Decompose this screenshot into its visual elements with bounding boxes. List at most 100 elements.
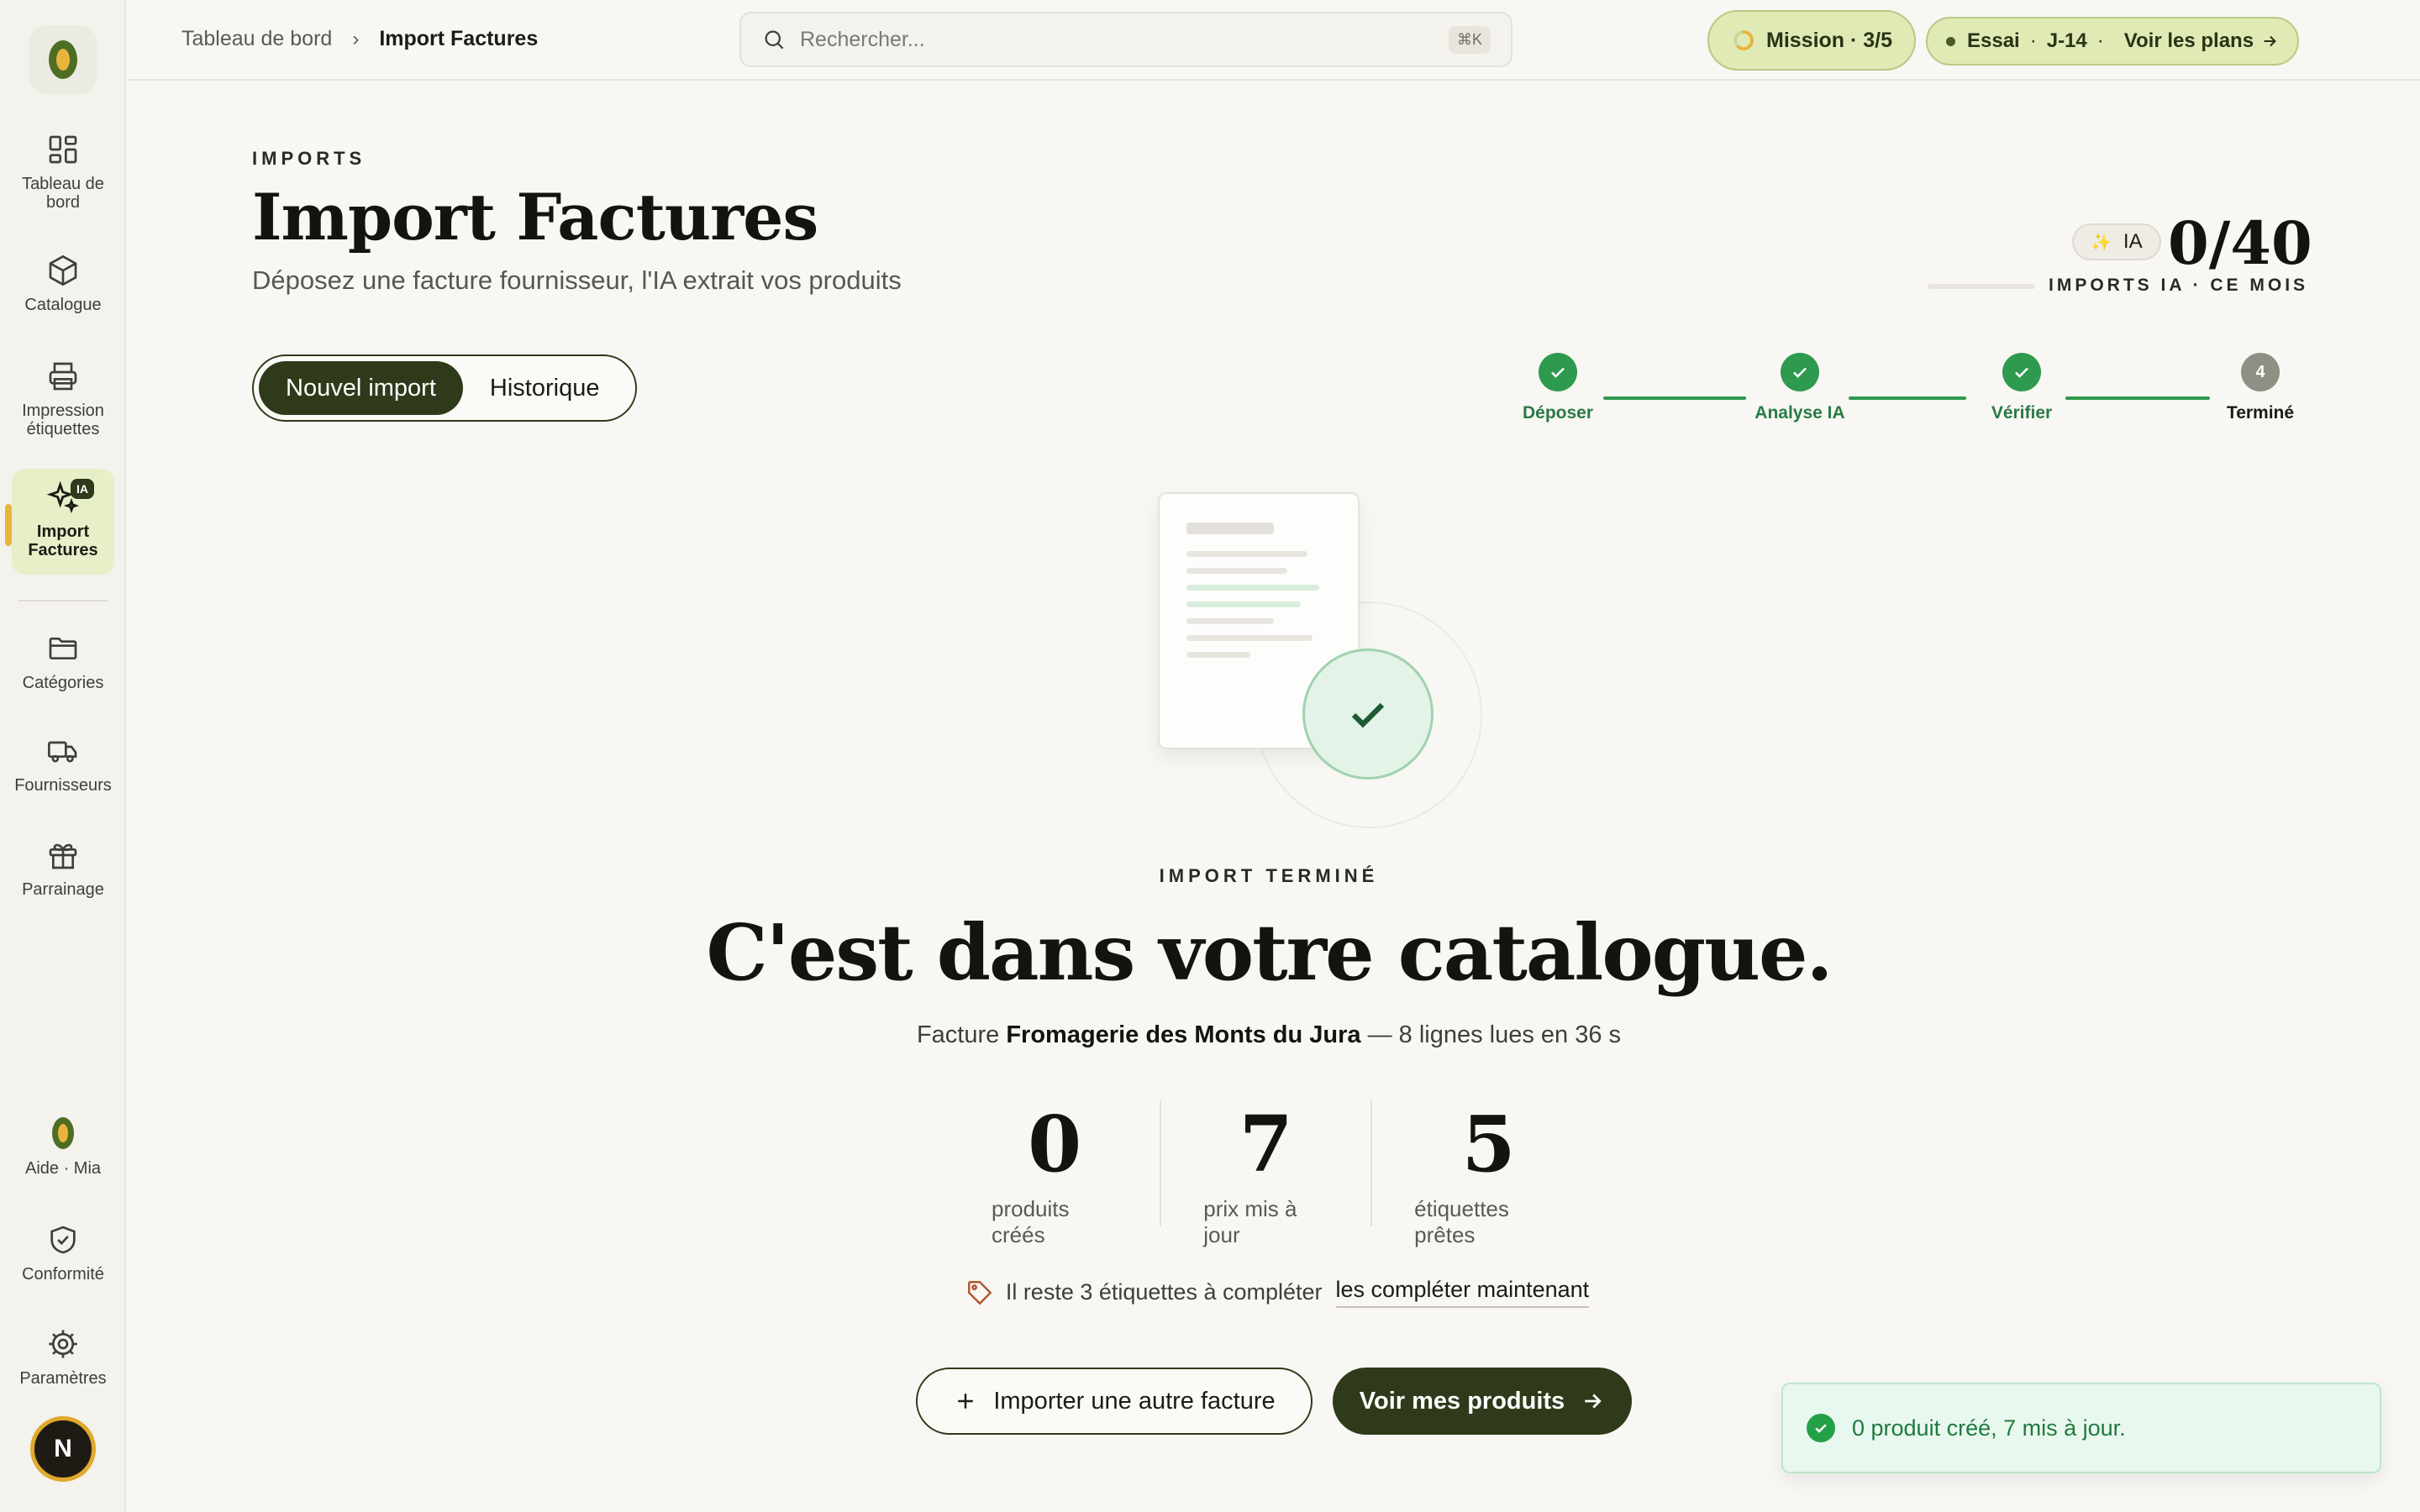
sidebar-divider <box>18 600 108 601</box>
success-eyebrow: IMPORT TERMINÉ <box>1159 865 1379 886</box>
ia-usage-bar <box>1928 284 2035 289</box>
dashboard-icon <box>49 135 77 164</box>
printer-icon <box>49 362 77 391</box>
success-check-icon <box>1302 648 1434 780</box>
folder-icon <box>49 638 77 659</box>
tag-icon <box>967 1280 992 1305</box>
gear-icon <box>49 1330 77 1358</box>
sidebar-item-suppliers[interactable]: Fournisseurs <box>12 734 114 795</box>
check-icon <box>2002 353 2041 391</box>
remaining-labels-notice: Il reste 3 étiquettes à compléter les co… <box>958 1277 1597 1308</box>
stat-label: étiquettes prêtes <box>1414 1196 1509 1247</box>
sidebar-item-categories[interactable]: Catégories <box>12 632 114 692</box>
button-label: Importer une autre facture <box>993 1387 1276 1415</box>
mission-label: Mission · 3/5 <box>1766 28 1893 52</box>
search-bar[interactable]: ⌘K <box>739 12 1512 67</box>
step-label: Terminé <box>2226 403 2295 423</box>
view-products-button[interactable]: Voir mes produits <box>1333 1368 1632 1435</box>
plus-icon <box>958 1394 974 1409</box>
sidebar-item-label: Catégories <box>22 674 104 692</box>
box-icon <box>49 255 77 286</box>
step-label: Analyse IA <box>1754 403 1845 423</box>
step-label: Vérifier <box>1991 403 2053 423</box>
tab-new-import[interactable]: Nouvel import <box>259 361 463 415</box>
step-analyse-ia: Analyse IA <box>1733 353 1867 423</box>
ia-badge: IA <box>71 479 94 499</box>
sidebar-item-settings[interactable]: Paramètres <box>12 1327 114 1388</box>
search-shortcut: ⌘K <box>1448 25 1491 54</box>
import-success-illustration <box>1151 487 1487 840</box>
sidebar: Tableau de bord Catalogue Impression éti… <box>0 0 126 1512</box>
app-logo[interactable] <box>29 25 97 94</box>
breadcrumb: Tableau de bord › Import Factures <box>182 27 538 51</box>
import-stats: 0 produits créés 7 prix mis à jour 5 éti… <box>950 1099 1605 1247</box>
stat-value: 0 <box>1028 1099 1082 1189</box>
sidebar-item-catalogue[interactable]: Catalogue <box>12 254 114 314</box>
truck-icon <box>47 741 77 763</box>
tab-history[interactable]: Historique <box>463 361 627 415</box>
stat-products-created: 0 produits créés <box>950 1099 1160 1247</box>
stat-label: prix mis à jour <box>1203 1196 1297 1247</box>
separator: · <box>2096 29 2104 52</box>
success-toast: 0 produit créé, 7 mis à jour. <box>1781 1383 2381 1473</box>
progress-ring-icon <box>1733 30 1754 50</box>
trial-label: Essai <box>1967 29 2020 52</box>
breadcrumb-current: Import Factures <box>379 27 539 50</box>
sidebar-item-referral[interactable]: Parrainage <box>12 838 114 899</box>
sidebar-item-label: Paramètres <box>19 1369 107 1388</box>
user-avatar[interactable]: N <box>30 1416 96 1482</box>
topbar: Tableau de bord › Import Factures ⌘K Mis… <box>128 0 2420 81</box>
ia-usage-badge: ✨ IA <box>2072 223 2161 260</box>
trial-status-dot <box>1946 36 1955 46</box>
chevron-right-icon: › <box>352 27 360 50</box>
arrow-right-icon <box>2264 35 2276 47</box>
page-subtitle: Déposez une facture fournisseur, l'IA ex… <box>252 265 902 295</box>
check-icon <box>1781 353 1819 391</box>
sidebar-item-label: Fournisseurs <box>14 776 112 795</box>
sidebar-item-help-mia[interactable]: Aide · Mia <box>12 1117 114 1178</box>
supplier-name: Fromagerie des Monts du Jura <box>1006 1021 1361 1048</box>
check-icon <box>1539 353 1577 391</box>
ia-usage-label: IMPORTS IA · CE MOIS <box>2049 276 2309 295</box>
complete-labels-link[interactable]: les compléter maintenant <box>1335 1277 1590 1308</box>
stat-prices-updated: 7 prix mis à jour <box>1160 1099 1370 1247</box>
sidebar-item-import-factures[interactable]: IA Import Factures <box>5 469 114 575</box>
search-input[interactable] <box>800 27 1449 52</box>
olive-icon <box>52 1117 74 1149</box>
sidebar-item-label: Catalogue <box>24 296 102 314</box>
stat-value: 7 <box>1239 1099 1293 1189</box>
ia-usage-badge-label: IA <box>2123 230 2143 253</box>
sidebar-item-label: Aide · Mia <box>24 1159 102 1178</box>
gift-icon <box>49 843 77 869</box>
check-circle-icon <box>1807 1414 1835 1442</box>
sidebar-item-label: Impression étiquettes <box>22 402 104 438</box>
trial-plans-button[interactable]: Essai · J-14 · Voir les plans <box>1926 17 2300 66</box>
step-verifier: Vérifier <box>1954 353 2089 423</box>
page-title: Import Factures <box>252 180 818 255</box>
olive-logo-icon <box>49 40 77 79</box>
import-tabs: Nouvel import Historique <box>252 354 637 422</box>
step-deposer: Déposer <box>1491 353 1625 423</box>
ia-usage-count: 0/40 <box>2168 208 2312 278</box>
import-stepper: Déposer Analyse IA Vérifier 4 Terminé <box>1504 353 2311 428</box>
mission-progress-button[interactable]: Mission · 3/5 <box>1707 10 1917 71</box>
trial-cta: Voir les plans <box>2123 29 2254 52</box>
shield-check-icon <box>50 1226 76 1254</box>
step-termine: 4 Terminé <box>2193 353 2328 423</box>
search-icon <box>765 30 784 50</box>
breadcrumb-dashboard[interactable]: Tableau de bord <box>182 27 332 51</box>
success-title: C'est dans votre catalogue. <box>706 907 1833 998</box>
arrow-right-icon <box>1585 1394 1602 1409</box>
sidebar-item-dashboard[interactable]: Tableau de bord <box>12 133 114 212</box>
sparkle-icon: ✨ <box>2091 233 2112 252</box>
import-summary: Facture Fromagerie des Monts du Jura — 8… <box>723 1021 1815 1049</box>
remaining-text: Il reste 3 étiquettes à compléter <box>1005 1279 1323 1305</box>
stat-value: 5 <box>1461 1099 1516 1189</box>
sidebar-item-labels-print[interactable]: Impression étiquettes <box>12 360 114 438</box>
sidebar-item-compliance[interactable]: Conformité <box>12 1223 114 1284</box>
step-number: 4 <box>2241 353 2280 391</box>
button-label: Voir mes produits <box>1359 1387 1565 1415</box>
step-label: Déposer <box>1522 403 1594 423</box>
sidebar-item-label: Import Factures <box>28 522 98 559</box>
import-another-button[interactable]: Importer une autre facture <box>916 1368 1313 1435</box>
